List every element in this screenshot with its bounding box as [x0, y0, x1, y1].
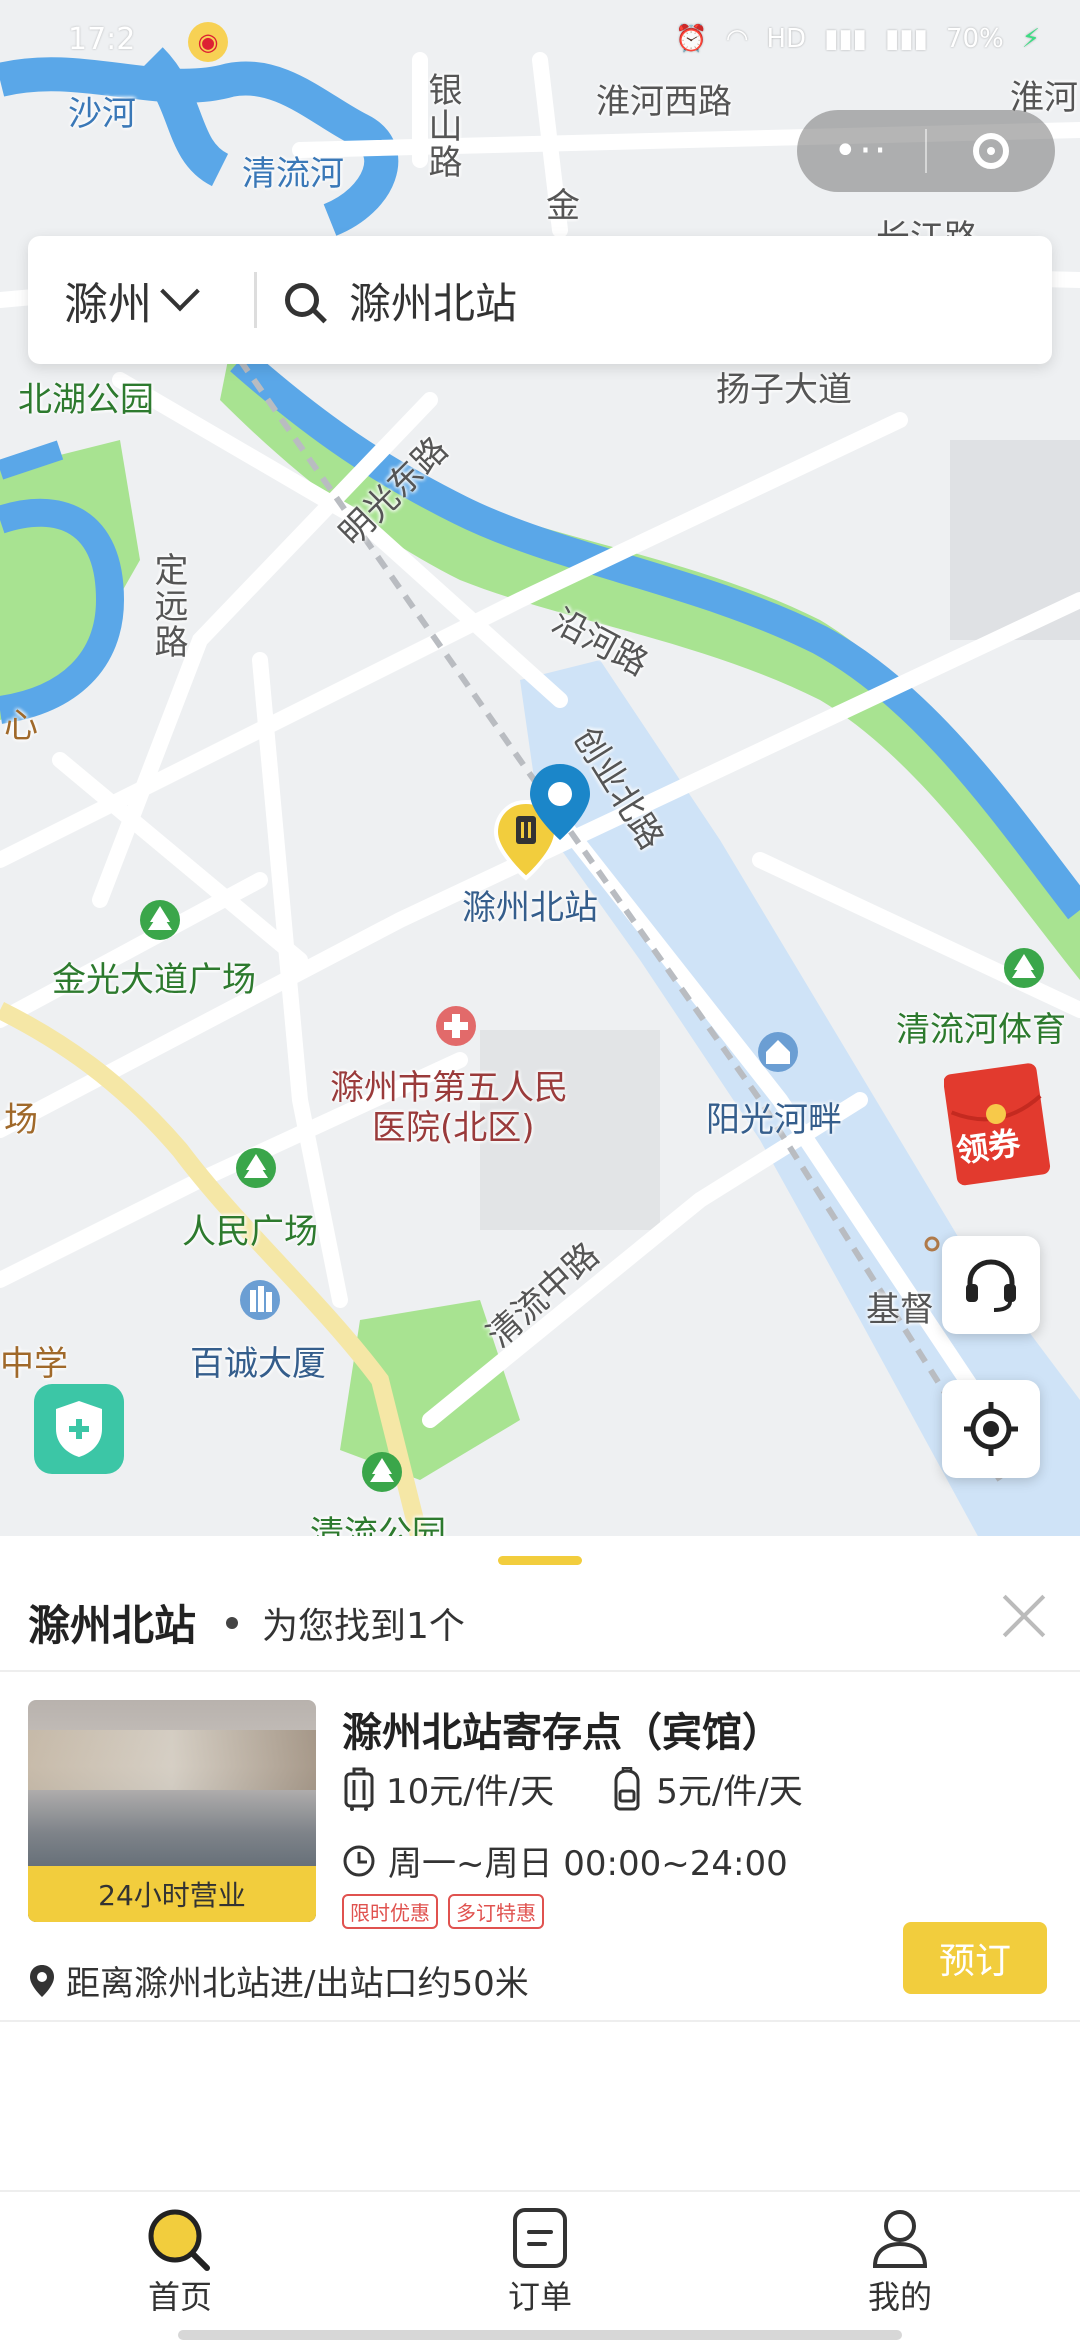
- distance-text: 距离滁州北站进/出站口约50米: [66, 1964, 529, 2004]
- city-name: 滁州: [64, 279, 152, 330]
- coupon-label: 领券: [953, 1123, 1023, 1171]
- result-sheet: 滁州北站 为您找到1个 24小时营业 滁州北站寄存点（宾馆） 10元/件/天 5…: [0, 1536, 1080, 2190]
- price-large: 10元/件/天: [386, 1772, 555, 1812]
- search-input[interactable]: 滁州北站: [257, 270, 517, 331]
- circle-close-icon: [973, 133, 1009, 169]
- map-label-shahe: 沙河: [68, 94, 136, 134]
- map-label-yangzidadao: 扬子大道: [716, 370, 852, 410]
- locate-me-button[interactable]: [942, 1380, 1040, 1478]
- sheet-drag-handle[interactable]: [498, 1556, 582, 1565]
- battery-level: 70%: [945, 24, 1004, 54]
- map-label-dingyuanlu: 定远路: [148, 552, 188, 660]
- location-pin-icon[interactable]: [488, 760, 598, 890]
- hd-icon: HD: [766, 24, 807, 54]
- customer-service-button[interactable]: [942, 1236, 1040, 1334]
- promo-tag: 多订特惠: [448, 1894, 544, 1929]
- status-icons: ⏰ ◠ HD ▮▮▮ ▮▮▮ 70% ⚡: [675, 24, 1040, 54]
- shield-icon: [56, 1401, 102, 1457]
- coupon-button[interactable]: 领券: [943, 1062, 1054, 1190]
- park-icon: [140, 900, 180, 940]
- hours-row: 周一~周日 00:00~24:00: [342, 1836, 788, 1885]
- sheet-title: 滁州北站: [28, 1601, 197, 1650]
- map-label-yinshanlu: 银山路: [422, 72, 462, 180]
- distance-row: 距离滁州北站进/出站口约50米: [28, 1956, 529, 2005]
- store-name: 滁州北站寄存点（宾馆）: [342, 1710, 782, 1756]
- signal-icon: ▮▮▮: [824, 24, 867, 54]
- suitcase-icon: [344, 1767, 374, 1811]
- park-icon: [236, 1148, 276, 1188]
- price-row: 10元/件/天 5元/件/天: [342, 1764, 857, 1813]
- map-label-renminguangchang: 人民广场: [182, 1212, 318, 1252]
- target-icon: [964, 1402, 1018, 1456]
- price-suitcase: 10元/件/天: [342, 1764, 554, 1813]
- backpack-icon: [614, 1766, 640, 1810]
- search-bar: 滁州 滁州北站: [28, 236, 1052, 364]
- city-selector[interactable]: 滁州: [28, 268, 254, 332]
- tab-label: 订单: [507, 2278, 572, 2316]
- tab-orders[interactable]: 订单: [450, 2206, 630, 2318]
- dot-separator: [226, 1616, 239, 1629]
- price-small: 5元/件/天: [656, 1772, 803, 1812]
- map-label-jidu: 基督: [866, 1290, 934, 1330]
- location-marker-icon: [30, 1964, 54, 1997]
- signal2-icon: ▮▮▮: [885, 24, 928, 54]
- search-query: 滁州北站: [349, 278, 518, 328]
- divider: [0, 2020, 1080, 2022]
- result-count-text: 为您找到1个: [262, 1605, 465, 1647]
- map-label-baichengdasha: 百诚大厦: [190, 1344, 326, 1384]
- residence-icon: [758, 1032, 798, 1072]
- book-button[interactable]: 预订: [903, 1922, 1047, 1994]
- divider: [0, 1670, 1080, 1672]
- map-label-xin: 心: [4, 706, 38, 746]
- close-sheet-button[interactable]: [1000, 1592, 1048, 1640]
- store-photo: 24小时营业: [28, 1700, 316, 1922]
- tab-label: 我的: [867, 2278, 932, 2316]
- price-backpack: 5元/件/天: [608, 1764, 803, 1813]
- map-label-qingliugongyuan: 清流公园: [310, 1514, 446, 1540]
- map-label-chang: 场: [4, 1100, 38, 1140]
- weibo-notification-icon: ◉: [188, 22, 228, 62]
- tab-bar: 首页 订单 我的: [0, 2190, 1080, 2342]
- status-time: 17:2: [68, 22, 136, 57]
- map-label-jin: 金: [546, 186, 580, 226]
- map-label-yangguanghepan: 阳光河畔: [706, 1100, 842, 1140]
- hospital-icon: [436, 1006, 476, 1046]
- map-label-beihugongyuan: 北湖公园: [18, 380, 154, 420]
- more-button[interactable]: •··: [797, 128, 925, 174]
- map-label-jinguangdadaoguangchang: 金光大道广场: [52, 960, 256, 1000]
- clock-icon: [343, 1845, 375, 1876]
- promo-tags: 限时优惠 多订特惠: [342, 1894, 544, 1929]
- more-dots-icon: •··: [833, 128, 889, 174]
- church-dot-icon: [924, 1236, 940, 1252]
- map-label-qingliuhe: 清流河: [242, 154, 344, 194]
- park-icon: [1004, 948, 1044, 988]
- map-label-qingliuhetiyu: 清流河体育: [896, 1010, 1066, 1050]
- home-indicator: [178, 2330, 902, 2340]
- promo-tag: 限时优惠: [342, 1894, 438, 1929]
- tab-profile[interactable]: 我的: [810, 2206, 990, 2318]
- map-label-zhongxue: 中学: [0, 1344, 68, 1384]
- order-icon: [513, 2208, 567, 2268]
- sheet-header: 滁州北站 为您找到1个: [28, 1592, 465, 1653]
- close-mini-program-button[interactable]: [927, 133, 1055, 169]
- headset-icon: [966, 1259, 1016, 1312]
- park-icon: [362, 1452, 402, 1492]
- tab-home[interactable]: 首页: [90, 2206, 270, 2318]
- charging-icon: ⚡: [1021, 24, 1040, 54]
- security-shield-button[interactable]: [34, 1384, 124, 1474]
- status-bar: 17:2 ◉ ⏰ ◠ HD ▮▮▮ ▮▮▮ 70% ⚡: [0, 0, 1080, 84]
- search-icon: [148, 2209, 210, 2271]
- wifi-icon: ◠: [725, 24, 749, 54]
- profile-icon: [872, 2210, 928, 2268]
- alarm-icon: ⏰: [675, 24, 708, 54]
- search-icon: [285, 283, 319, 317]
- opening-hours: 周一~周日 00:00~24:00: [388, 1844, 788, 1884]
- map-view[interactable]: 沙河 清流河 银山路 淮河西路 淮河 金 长江路 北湖公园 扬子大道 明光东路 …: [0, 0, 1080, 1540]
- hours-badge: 24小时营业: [28, 1866, 316, 1922]
- tab-label: 首页: [147, 2278, 212, 2316]
- map-label-hospital-line2: 医院(北区): [372, 1108, 535, 1148]
- chevron-down-icon: [160, 271, 200, 312]
- mini-program-capsule: •··: [797, 110, 1055, 192]
- building-icon: [240, 1280, 280, 1320]
